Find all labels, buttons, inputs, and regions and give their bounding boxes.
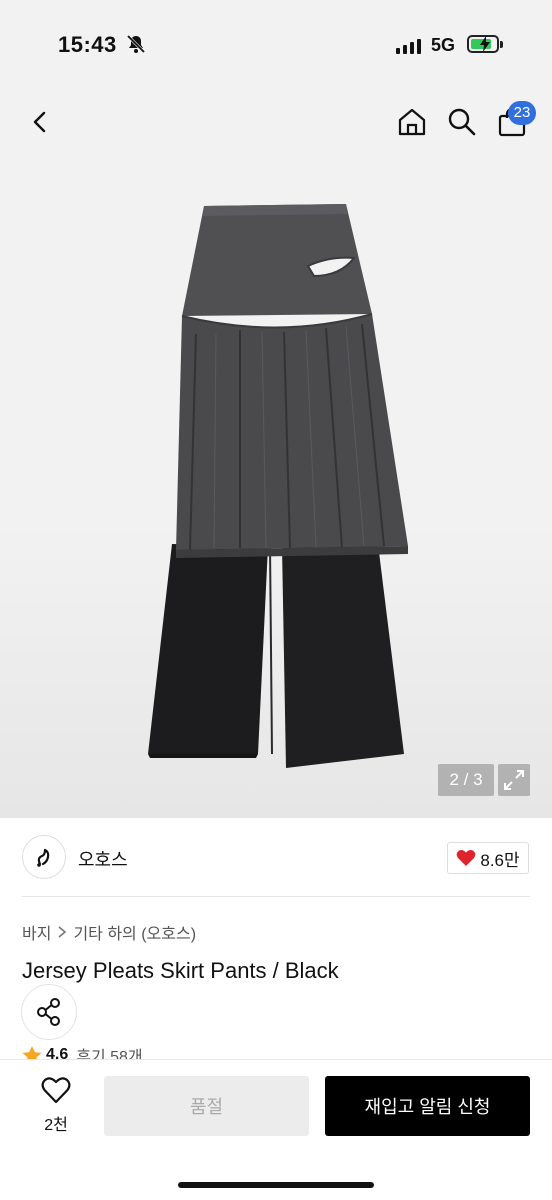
expand-icon[interactable] [498, 764, 530, 796]
brand-like-button[interactable]: 8.6만 [447, 842, 529, 874]
back-arrow-icon[interactable] [26, 108, 54, 136]
brand-logo[interactable] [22, 835, 66, 879]
breadcrumb-category[interactable]: 바지 [22, 920, 51, 944]
wishlist-button[interactable]: 2천 [34, 1076, 78, 1135]
home-icon[interactable] [396, 106, 428, 138]
breadcrumb-subcategory[interactable]: 기타 하의 (오호스) [73, 920, 196, 944]
product-image [148, 204, 408, 768]
status-bar: 15:43 5G [0, 0, 552, 90]
status-time: 15:43 [58, 32, 117, 57]
silent-bell-icon [126, 34, 146, 54]
brand-like-count: 8.6만 [480, 850, 520, 870]
product-title: Jersey Pleats Skirt Pants / Black [22, 958, 339, 983]
share-icon [37, 998, 60, 1026]
soldout-button: 품절 [104, 1076, 309, 1136]
brand-name[interactable]: 오호스 [78, 846, 128, 872]
signal-icon [396, 38, 421, 54]
brand-logo-icon [37, 848, 50, 867]
heart-outline-icon [41, 1077, 71, 1104]
breadcrumb: 바지 기타 하의 (오호스) [22, 920, 196, 944]
search-icon[interactable] [446, 106, 478, 138]
wishlist-count: 2천 [44, 1117, 68, 1134]
network-type: 5G [431, 35, 456, 55]
image-counter: 2 / 3 [438, 764, 494, 796]
battery-icon [467, 35, 499, 53]
home-indicator [178, 1182, 374, 1188]
top-navigation [0, 90, 552, 154]
heart-filled-icon [456, 850, 476, 866]
share-button[interactable] [22, 985, 76, 1039]
restock-notify-button[interactable]: 재입고 알림 신청 [325, 1076, 530, 1136]
divider [22, 896, 530, 897]
chevron-right-icon [58, 926, 67, 938]
product-image-gallery[interactable] [0, 154, 552, 818]
cart-count-badge: 23 [508, 101, 536, 125]
